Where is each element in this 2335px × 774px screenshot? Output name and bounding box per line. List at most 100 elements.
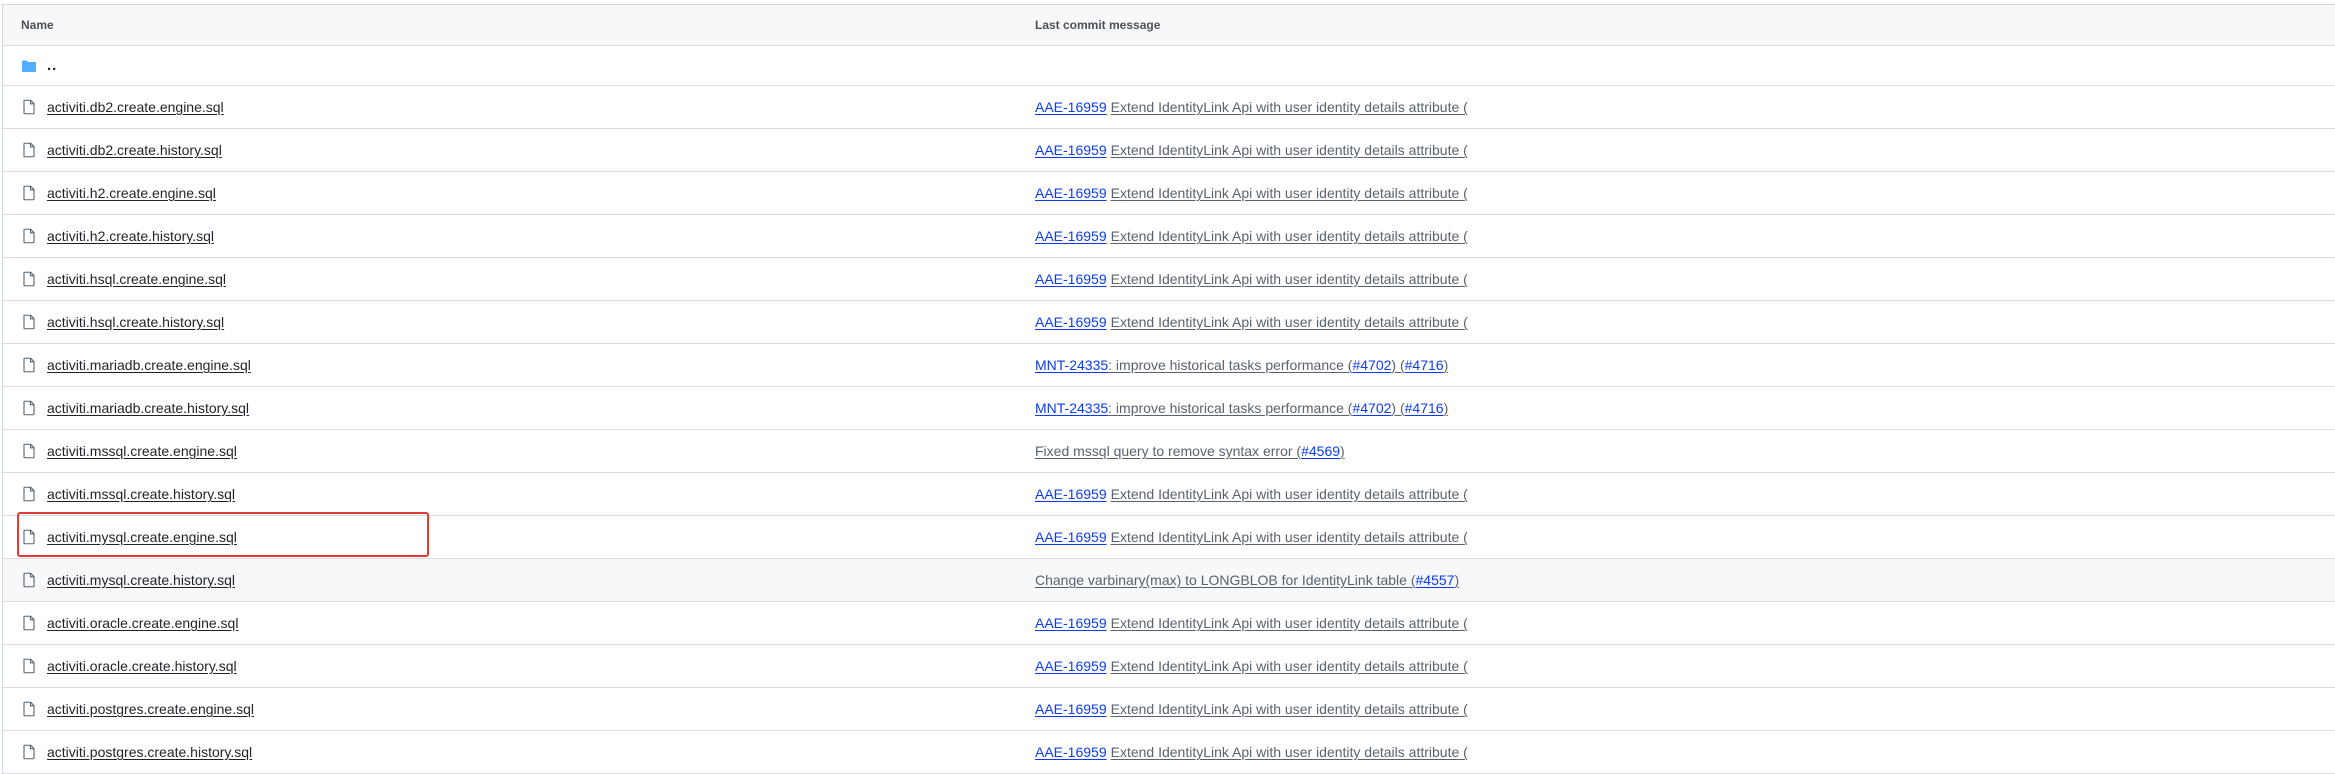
commit-message-link[interactable]: Extend IdentityLink Api with user identi…	[1111, 658, 1468, 674]
file-name-link[interactable]: activiti.h2.create.engine.sql	[47, 185, 216, 201]
file-name-link[interactable]: activiti.postgres.create.engine.sql	[47, 701, 254, 717]
commit-ticket-link[interactable]: AAE-16959	[1035, 529, 1107, 545]
file-icon	[23, 99, 35, 115]
commit-ticket-link[interactable]: AAE-16959	[1035, 185, 1107, 201]
commit-message-link[interactable]: Extend IdentityLink Api with user identi…	[1111, 744, 1468, 760]
commit-ticket-link[interactable]: AAE-16959	[1035, 314, 1107, 330]
table-row: activiti.db2.create.engine.sql AAE-16959…	[3, 86, 2335, 129]
commit-message-link[interactable]: Extend IdentityLink Api with user identi…	[1111, 529, 1468, 545]
commit-message-link[interactable]: Extend IdentityLink Api with user identi…	[1111, 142, 1468, 158]
commit-message-suffix[interactable]: )	[1444, 357, 1449, 373]
table-row: activiti.hsql.create.history.sql AAE-169…	[3, 301, 2335, 344]
file-name-link[interactable]: activiti.oracle.create.engine.sql	[47, 615, 238, 631]
commit-ticket-link[interactable]: AAE-16959	[1035, 658, 1107, 674]
commit-message: AAE-16959 Extend IdentityLink Api with us…	[1035, 645, 1468, 687]
file-icon	[23, 701, 35, 717]
pr-link-2[interactable]: #4716	[1405, 357, 1444, 373]
table-row: activiti.oracle.create.engine.sql AAE-16…	[3, 602, 2335, 645]
commit-message-link[interactable]: : improve historical tasks performance (	[1108, 357, 1352, 373]
commit-ticket-link[interactable]: AAE-16959	[1035, 615, 1107, 631]
table-row: activiti.h2.create.history.sql AAE-16959…	[3, 215, 2335, 258]
commit-message-between[interactable]: ) (	[1391, 357, 1404, 373]
file-name-link[interactable]: activiti.mssql.create.engine.sql	[47, 443, 237, 459]
commit-message: MNT-24335: improve historical tasks perf…	[1035, 344, 1448, 386]
commit-ticket-link[interactable]: AAE-16959	[1035, 486, 1107, 502]
commit-message: AAE-16959 Extend IdentityLink Api with us…	[1035, 731, 1468, 773]
pr-link[interactable]: #4569	[1301, 443, 1340, 459]
commit-message-between[interactable]: ) (	[1391, 400, 1404, 416]
commit-message-link[interactable]: Extend IdentityLink Api with user identi…	[1111, 314, 1468, 330]
file-name-link[interactable]: activiti.mysql.create.engine.sql	[47, 529, 237, 545]
file-name-link[interactable]: activiti.db2.create.history.sql	[47, 142, 222, 158]
file-icon	[23, 185, 35, 201]
file-name-link[interactable]: activiti.hsql.create.history.sql	[47, 314, 224, 330]
name-column-header: Name	[21, 18, 54, 32]
commit-message: AAE-16959 Extend IdentityLink Api with us…	[1035, 602, 1468, 644]
commit-message: MNT-24335: improve historical tasks perf…	[1035, 387, 1448, 429]
file-icon	[23, 572, 35, 588]
commit-message-link[interactable]: : improve historical tasks performance (	[1108, 400, 1352, 416]
commit-message: AAE-16959 Extend IdentityLink Api with us…	[1035, 258, 1468, 300]
file-icon	[23, 486, 35, 502]
table-row: activiti.mssql.create.history.sql AAE-16…	[3, 473, 2335, 516]
commit-message-link[interactable]: Extend IdentityLink Api with user identi…	[1111, 486, 1468, 502]
commit-message-link[interactable]: Extend IdentityLink Api with user identi…	[1111, 615, 1468, 631]
table-row: activiti.mysql.create.history.sql Change…	[3, 559, 2335, 602]
commit-message: AAE-16959 Extend IdentityLink Api with us…	[1035, 473, 1468, 515]
commit-message-link[interactable]: Change varbinary(max) to LONGBLOB for Id…	[1035, 572, 1416, 588]
file-name-link[interactable]: activiti.mysql.create.history.sql	[47, 572, 235, 588]
pr-link[interactable]: #4557	[1416, 572, 1455, 588]
commit-ticket-link[interactable]: MNT-24335	[1035, 400, 1108, 416]
commit-ticket-link[interactable]: AAE-16959	[1035, 228, 1107, 244]
table-row: activiti.postgres.create.engine.sql AAE-…	[3, 688, 2335, 731]
commit-message: Fixed mssql query to remove syntax error…	[1035, 430, 1345, 472]
file-icon	[23, 314, 35, 330]
commit-message: AAE-16959 Extend IdentityLink Api with us…	[1035, 301, 1468, 343]
file-name-link[interactable]: activiti.postgres.create.history.sql	[47, 744, 252, 760]
pr-link[interactable]: #4702	[1352, 400, 1391, 416]
file-name-link[interactable]: activiti.mariadb.create.history.sql	[47, 400, 249, 416]
file-table: Name Last commit message .. activiti.db2…	[2, 4, 2335, 774]
commit-ticket-link[interactable]: AAE-16959	[1035, 99, 1107, 115]
commit-message-link[interactable]: Extend IdentityLink Api with user identi…	[1111, 701, 1468, 717]
commit-message: Change varbinary(max) to LONGBLOB for Id…	[1035, 559, 1459, 601]
file-icon	[23, 142, 35, 158]
file-name-link[interactable]: activiti.mariadb.create.engine.sql	[47, 357, 251, 373]
file-icon	[23, 271, 35, 287]
file-icon	[23, 615, 35, 631]
file-name-link[interactable]: activiti.oracle.create.history.sql	[47, 658, 237, 674]
table-row: activiti.postgres.create.history.sql AAE…	[3, 731, 2335, 774]
commit-ticket-link[interactable]: MNT-24335	[1035, 357, 1108, 373]
commit-message: AAE-16959 Extend IdentityLink Api with us…	[1035, 516, 1468, 558]
pr-link-2[interactable]: #4716	[1405, 400, 1444, 416]
commit-message-link[interactable]: Extend IdentityLink Api with user identi…	[1111, 99, 1468, 115]
commit-message-between[interactable]: )	[1340, 443, 1345, 459]
commit-ticket-link[interactable]: AAE-16959	[1035, 271, 1107, 287]
file-icon	[23, 443, 35, 459]
commit-message-link[interactable]: Extend IdentityLink Api with user identi…	[1111, 185, 1468, 201]
commit-message: AAE-16959 Extend IdentityLink Api with us…	[1035, 688, 1468, 730]
commit-ticket-link[interactable]: AAE-16959	[1035, 701, 1107, 717]
file-icon	[23, 658, 35, 674]
commit-message: AAE-16959 Extend IdentityLink Api with us…	[1035, 172, 1468, 214]
parent-directory-row[interactable]: ..	[3, 46, 2335, 86]
commit-message-suffix[interactable]: )	[1444, 400, 1449, 416]
pr-link[interactable]: #4702	[1352, 357, 1391, 373]
file-name-link[interactable]: activiti.h2.create.history.sql	[47, 228, 214, 244]
table-row: activiti.mssql.create.engine.sql Fixed m…	[3, 430, 2335, 473]
commit-message-between[interactable]: )	[1454, 572, 1459, 588]
commit-message-link[interactable]: Fixed mssql query to remove syntax error…	[1035, 443, 1301, 459]
table-row: activiti.hsql.create.engine.sql AAE-1695…	[3, 258, 2335, 301]
table-header: Name Last commit message	[3, 5, 2335, 46]
file-name-link[interactable]: activiti.mssql.create.history.sql	[47, 486, 235, 502]
file-name-link[interactable]: activiti.db2.create.engine.sql	[47, 99, 224, 115]
commit-ticket-link[interactable]: AAE-16959	[1035, 744, 1107, 760]
commit-message-link[interactable]: Extend IdentityLink Api with user identi…	[1111, 228, 1468, 244]
parent-directory-link[interactable]: ..	[47, 57, 57, 74]
file-icon	[23, 357, 35, 373]
file-name-link[interactable]: activiti.hsql.create.engine.sql	[47, 271, 226, 287]
folder-icon	[22, 60, 36, 72]
commit-ticket-link[interactable]: AAE-16959	[1035, 142, 1107, 158]
file-icon	[23, 744, 35, 760]
commit-message-link[interactable]: Extend IdentityLink Api with user identi…	[1111, 271, 1468, 287]
